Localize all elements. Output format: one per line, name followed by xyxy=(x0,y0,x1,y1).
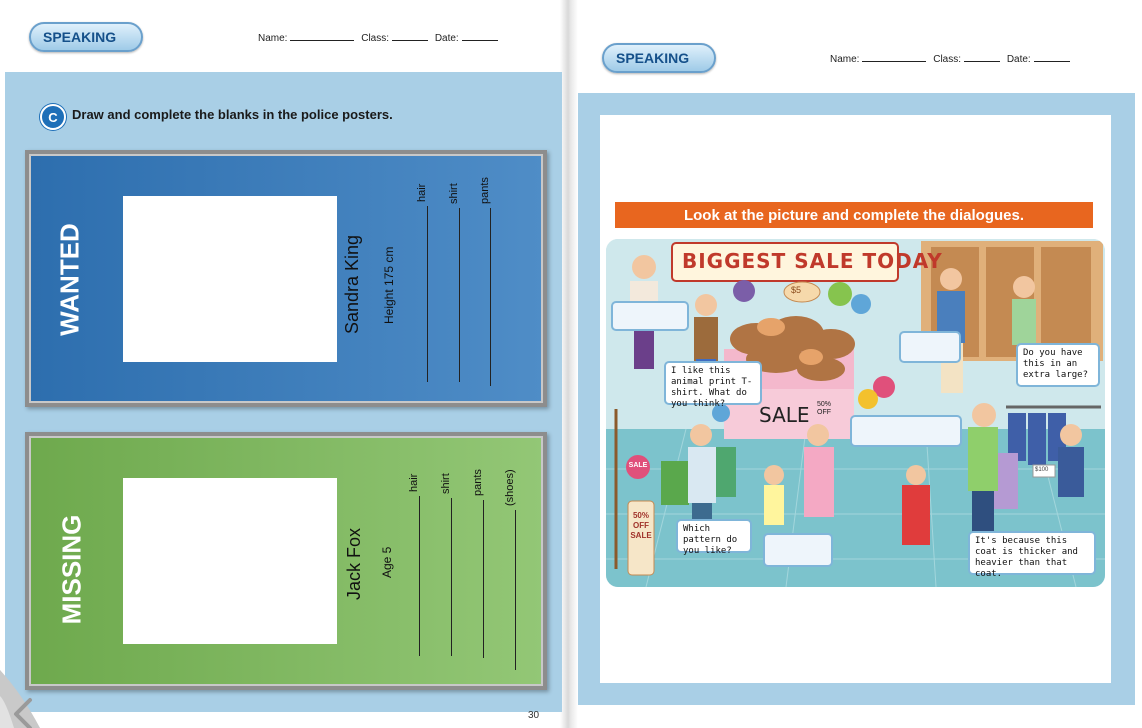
speaking-badge-right: SPEAKING xyxy=(602,43,716,73)
book-spine xyxy=(560,0,578,728)
missing-photo-box[interactable] xyxy=(123,478,337,644)
price-tag-5: $5 xyxy=(791,285,802,295)
missing-pants-line[interactable] xyxy=(483,500,484,658)
missing-poster: MISSING Jack Fox Age 5 hair shirt pants … xyxy=(25,432,547,690)
missing-shoes-line[interactable] xyxy=(515,510,516,670)
wanted-person-name: Sandra King xyxy=(342,234,362,334)
bubble-animal-print: I like this animal print T-shirt. What d… xyxy=(664,361,762,409)
wanted-hair-line[interactable] xyxy=(427,206,428,382)
bubble-extra-large: Do you have this in an extra large? xyxy=(1016,343,1100,387)
name-line[interactable] xyxy=(290,32,355,41)
side-sale-sticker: SALE xyxy=(628,462,648,469)
biggest-sale-banner: BIGGEST SALE TODAY xyxy=(682,249,943,273)
shop-sale-scene: BIGGEST SALE TODAY $5 SALE 50% OFF SALE … xyxy=(606,239,1105,587)
wanted-pants-line[interactable] xyxy=(490,208,491,386)
missing-field-shirt: shirt xyxy=(440,473,452,494)
wanted-poster: WANTED Sandra King Height 175 cm hair sh… xyxy=(25,150,547,407)
wanted-photo-box[interactable] xyxy=(123,196,337,362)
missing-shirt-line[interactable] xyxy=(451,498,452,656)
missing-person-name: Jack Fox xyxy=(344,527,364,600)
sale-sign: SALE xyxy=(759,403,810,427)
wanted-height: Height 175 cm xyxy=(382,246,396,324)
date-line-right[interactable] xyxy=(1033,53,1070,62)
poster-instruction: Draw and complete the blanks in the poli… xyxy=(72,107,393,122)
empty-bubble-1[interactable] xyxy=(611,301,689,331)
wanted-field-pants: pants xyxy=(479,177,491,204)
empty-bubble-3[interactable] xyxy=(850,415,962,447)
discount-label: 50% OFF xyxy=(816,401,831,416)
page-curl-back-icon[interactable] xyxy=(0,650,70,728)
wanted-field-shirt: shirt xyxy=(448,183,460,204)
name-line-right[interactable] xyxy=(862,53,927,62)
wanted-title: WANTED xyxy=(54,223,85,336)
speaking-badge-left: SPEAKING xyxy=(29,22,143,52)
missing-age: Age 5 xyxy=(380,546,394,578)
missing-title: MISSING xyxy=(56,514,87,625)
vertical-sale-sign: 50% OFF SALE xyxy=(630,511,652,540)
bubble-thicker-coat: It's because this coat is thicker and he… xyxy=(968,531,1096,579)
class-line[interactable] xyxy=(392,32,429,41)
wanted-field-hair: hair xyxy=(416,183,428,202)
empty-bubble-2[interactable] xyxy=(899,331,961,363)
wanted-shirt-line[interactable] xyxy=(459,208,460,382)
page-number: 30 xyxy=(528,710,540,721)
missing-field-pants: pants xyxy=(472,469,484,496)
class-line-right[interactable] xyxy=(964,53,1001,62)
date-line[interactable] xyxy=(461,32,498,41)
dialogue-instruction-bar: Look at the picture and complete the dia… xyxy=(615,202,1093,228)
missing-field-hair: hair xyxy=(408,473,420,492)
name-class-date-left: Name: Class: Date: xyxy=(258,32,502,44)
missing-field-shoes: (shoes) xyxy=(504,469,516,506)
missing-hair-line[interactable] xyxy=(419,496,420,656)
bubble-which-pattern: Which pattern do you like? xyxy=(676,519,752,556)
price-tag-100: $100 xyxy=(1035,467,1049,473)
section-c-badge: C xyxy=(40,104,66,130)
empty-bubble-4[interactable] xyxy=(763,533,833,567)
name-class-date-right: Name: Class: Date: xyxy=(830,53,1074,65)
